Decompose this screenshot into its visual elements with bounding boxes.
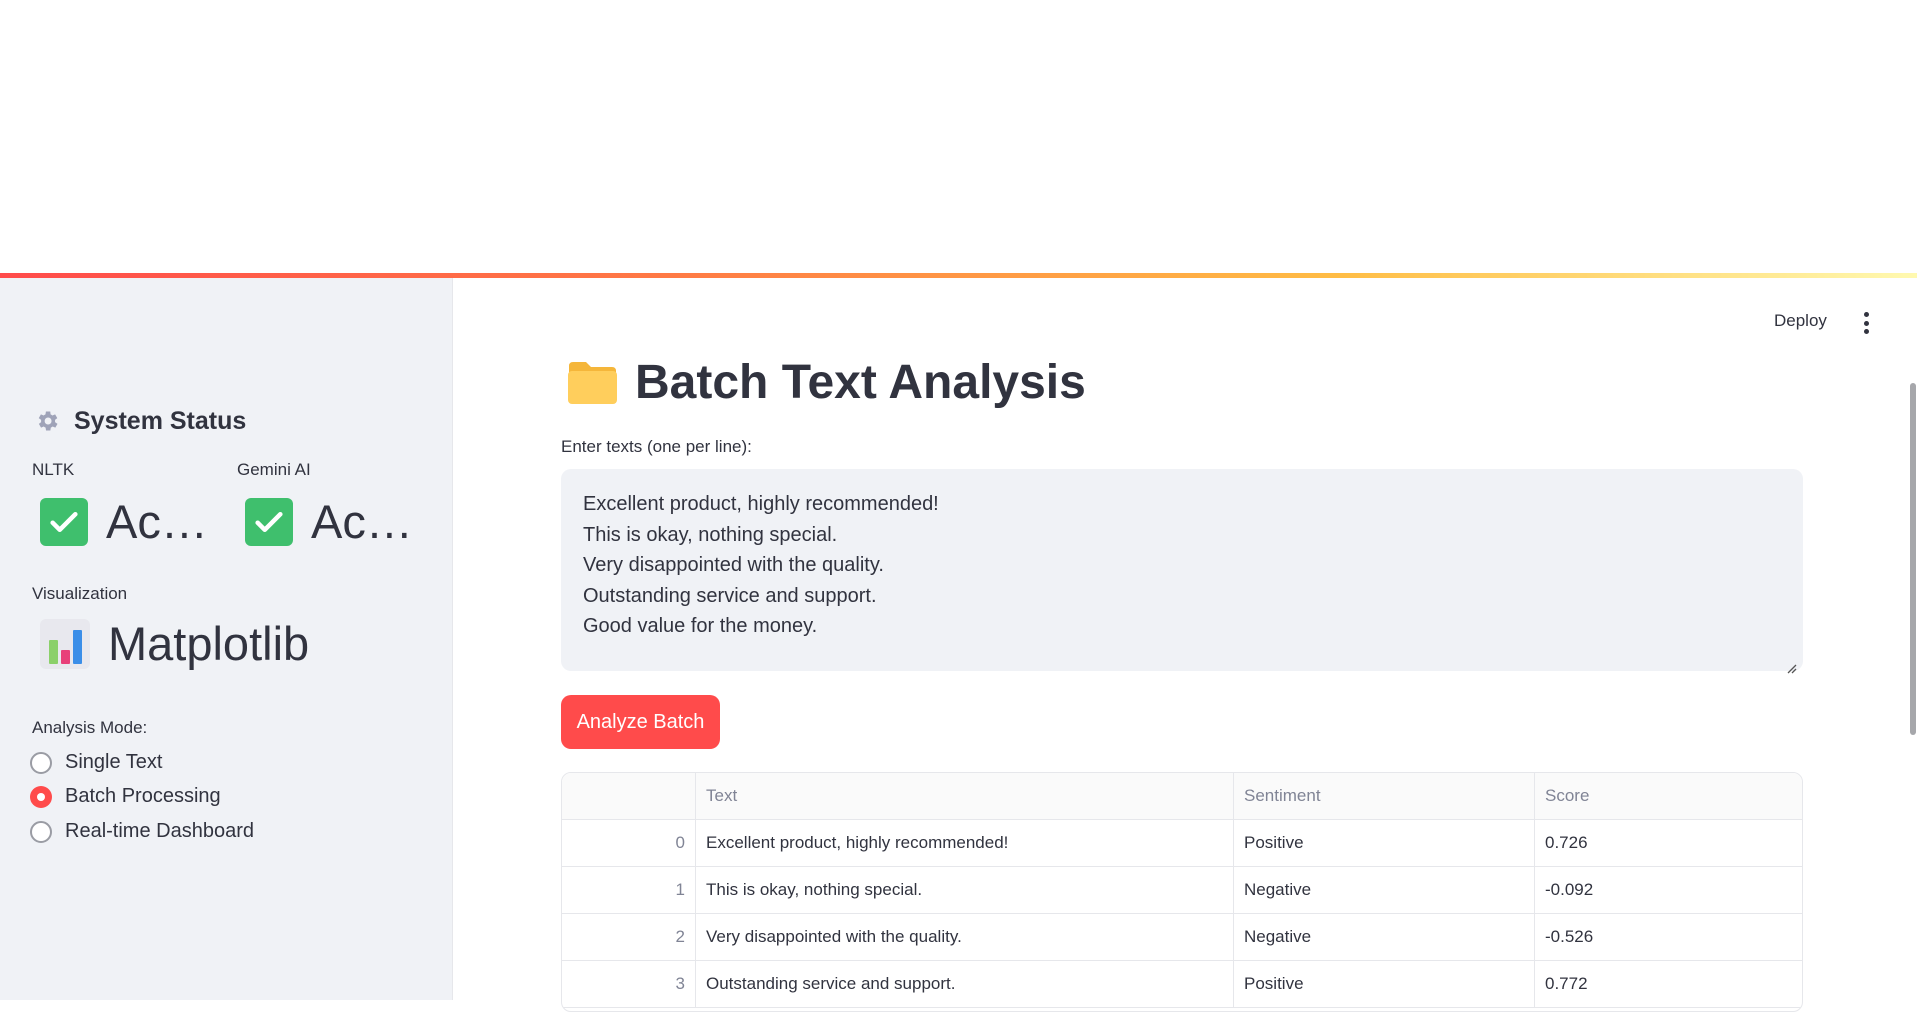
cell-text[interactable]: Excellent product, highly recommended! [696, 820, 1234, 866]
analysis-mode-label: Analysis Mode: [32, 718, 148, 737]
textarea-label: Enter texts (one per line): [561, 437, 752, 456]
gear-icon [32, 406, 62, 436]
metric-visualization: Matplotlib [40, 616, 309, 671]
column-header-sentiment[interactable]: Sentiment [1234, 773, 1535, 819]
metric-label-visualization: Visualization [32, 584, 128, 603]
table-row[interactable]: 1 This is okay, nothing special. Negativ… [562, 867, 1802, 914]
radio-label: Batch Processing [65, 785, 221, 807]
column-header-score[interactable]: Score [1535, 773, 1802, 819]
row-index: 2 [562, 914, 696, 960]
menu-dots-icon[interactable] [1860, 312, 1872, 334]
metric-nltk: Ac… [40, 494, 208, 549]
cell-score[interactable]: -0.092 [1535, 867, 1802, 913]
textarea-line: Good value for the money. [583, 615, 818, 637]
check-icon [245, 497, 293, 546]
table-row[interactable]: 3 Outstanding service and support. Posit… [562, 961, 1802, 1008]
column-header-text[interactable]: Text [696, 773, 1234, 819]
metric-gemini: Ac… [245, 494, 413, 549]
metric-value-visualization: Matplotlib [108, 617, 310, 670]
table-row[interactable]: 0 Excellent product, highly recommended!… [562, 820, 1802, 867]
radio-batch-processing[interactable]: Batch Processing [30, 785, 221, 808]
scrollbar[interactable] [1910, 383, 1916, 735]
table-row[interactable]: 2 Very disappointed with the quality. Ne… [562, 914, 1802, 961]
cell-sentiment[interactable]: Positive [1234, 961, 1535, 1007]
radio-single-text[interactable]: Single Text [30, 751, 162, 774]
metric-value-nltk: Ac… [106, 495, 208, 548]
table-header-row: Text Sentiment Score [562, 773, 1802, 820]
radio-circle[interactable] [30, 751, 52, 774]
cell-text[interactable]: Outstanding service and support. [696, 961, 1234, 1007]
metric-label-nltk: NLTK [32, 460, 75, 479]
row-index: 1 [562, 867, 696, 913]
page-title: Batch Text Analysis [566, 355, 1086, 410]
app-window: System Status NLTK Ac… Gemini AI Ac… Vis… [0, 273, 1917, 1012]
textarea-line: This is okay, nothing special. [583, 523, 838, 546]
textarea-line: Very disappointed with the quality. [583, 554, 884, 576]
radio-circle[interactable] [30, 820, 52, 843]
row-index: 3 [562, 961, 696, 1007]
radio-realtime-dashboard[interactable]: Real-time Dashboard [30, 820, 254, 843]
page-title-text: Batch Text Analysis [635, 356, 1086, 409]
row-index: 0 [562, 820, 696, 866]
textarea-line: Outstanding service and support. [583, 584, 877, 607]
sidebar: System Status NLTK Ac… Gemini AI Ac… Vis… [0, 278, 453, 1000]
cell-score[interactable]: -0.526 [1535, 914, 1802, 960]
system-status-title: System Status [74, 406, 247, 435]
radio-circle-selected[interactable] [30, 785, 52, 808]
cell-score[interactable]: 0.726 [1535, 820, 1802, 866]
check-icon [40, 497, 88, 546]
deploy-button[interactable]: Deploy [1774, 311, 1827, 331]
radio-label: Single Text [65, 751, 163, 773]
radio-label: Real-time Dashboard [65, 820, 254, 842]
cell-text[interactable]: This is okay, nothing special. [696, 867, 1234, 913]
cell-score[interactable]: 0.772 [1535, 961, 1802, 1007]
top-blank-area [0, 0, 1917, 273]
cell-sentiment[interactable]: Negative [1234, 914, 1535, 960]
cell-text[interactable]: Very disappointed with the quality. [696, 914, 1234, 960]
textarea-line: Excellent product, highly recommended! [583, 493, 939, 515]
metric-value-gemini: Ac… [311, 495, 413, 548]
system-status-heading: System Status [32, 406, 246, 436]
bar-chart-icon [40, 618, 90, 669]
texts-textarea[interactable]: Excellent product, highly recommended! T… [561, 469, 1803, 674]
folder-icon [566, 360, 619, 406]
cell-sentiment[interactable]: Positive [1234, 820, 1535, 866]
resize-handle-icon[interactable] [1785, 653, 1797, 674]
analyze-batch-button[interactable]: Analyze Batch [561, 695, 720, 749]
column-header-index[interactable] [562, 773, 696, 819]
metric-label-gemini: Gemini AI [237, 460, 311, 479]
results-table[interactable]: Text Sentiment Score 0 Excellent product… [561, 772, 1803, 1012]
cell-sentiment[interactable]: Negative [1234, 867, 1535, 913]
